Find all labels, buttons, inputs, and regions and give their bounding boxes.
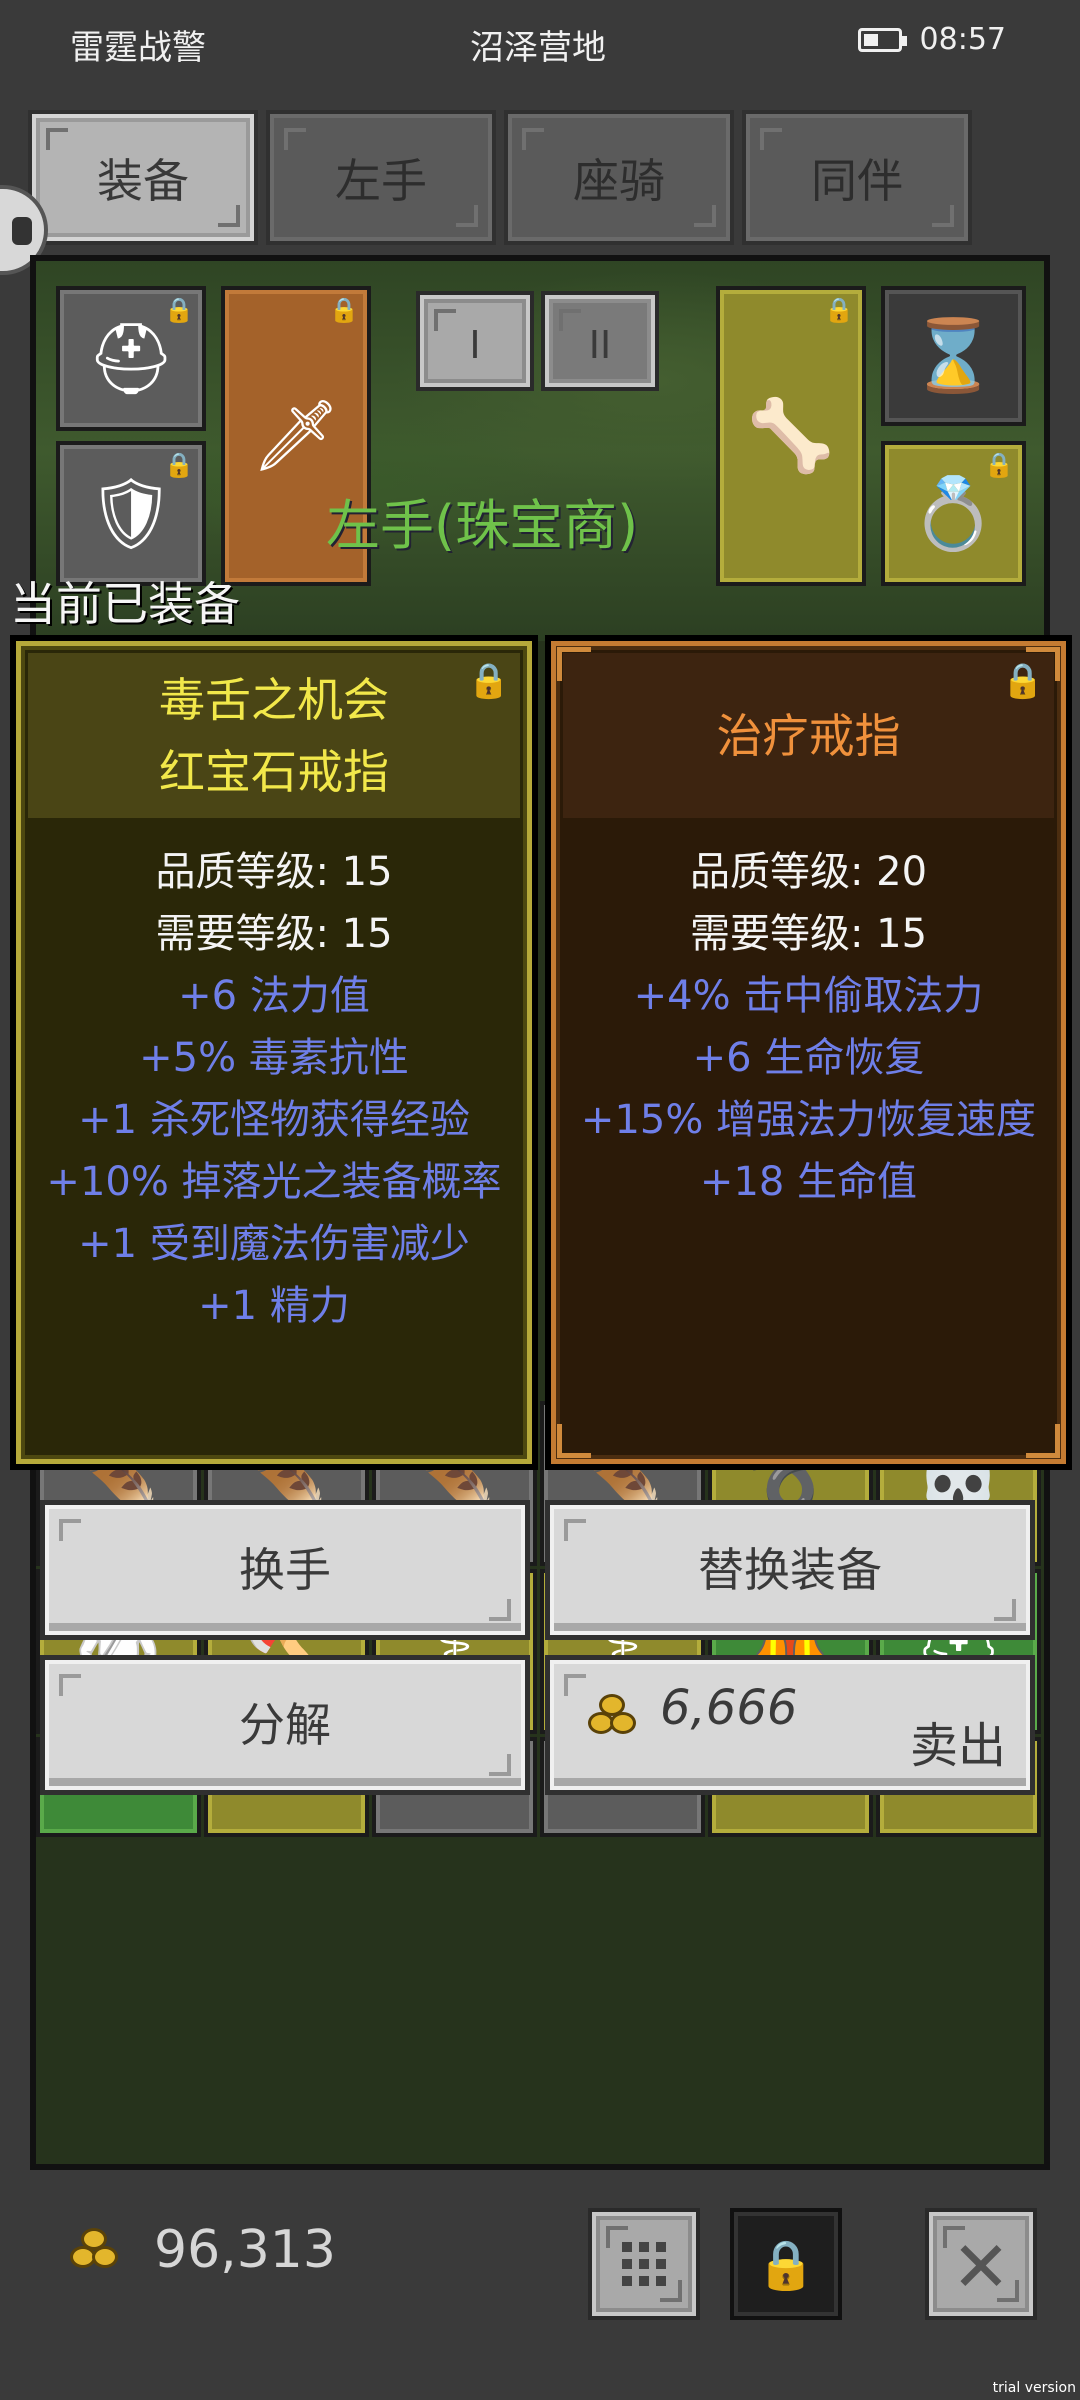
armor-slot[interactable]: 🔒 🛡 (56, 441, 206, 586)
item-mod: +6 生命恢复 (692, 1035, 925, 1081)
corner-ornament (557, 1424, 591, 1458)
item-mod: +18 生命值 (699, 1159, 918, 1205)
required-level: 需要等级: 15 (155, 911, 393, 957)
item-mod: +10% 掉落光之装备概率 (46, 1159, 502, 1205)
set-tab-1[interactable]: I (416, 291, 534, 391)
item-mod: +15% 增强法力恢复速度 (580, 1097, 1037, 1143)
quality-level: 品质等级: 15 (155, 849, 393, 895)
status-bar: 雷霆战警 沼泽营地 08:57 (0, 0, 1080, 90)
location-title: 沼泽营地 (470, 28, 606, 68)
item-mod: +1 杀死怪物获得经验 (78, 1097, 470, 1143)
equipped-label: 当前已装备 (10, 577, 240, 631)
tab-label: 装备 (97, 154, 189, 208)
status-right: 08:57 (857, 22, 1006, 57)
tab-equipment[interactable]: 装备 (28, 110, 258, 245)
tab-label: 同伴 (811, 154, 903, 208)
tab-label: 左手 (335, 154, 427, 208)
item-mod: +5% 毒素抗性 (139, 1035, 409, 1081)
armor-icon: 🛡 (86, 472, 176, 554)
card-stats: 品质等级: 20 需要等级: 15 +4% 击中偷取法力 +6 生命恢复 +15… (563, 841, 1054, 1213)
card-header: 毒舌之机会 红宝石戒指 (28, 653, 520, 818)
close-button[interactable]: ✕ (925, 2208, 1037, 2320)
lock-icon: 🔒 (329, 296, 359, 324)
item-mod: +4% 击中偷取法力 (633, 973, 984, 1019)
ring-icon: 💍 (909, 472, 998, 554)
tab-left-hand[interactable]: 左手 (266, 110, 496, 245)
helmet-slot[interactable]: 🔒 ⛑ (56, 286, 206, 431)
tab-mount[interactable]: 座骑 (504, 110, 734, 245)
sell-price: 6,666 (660, 1680, 798, 1736)
handle-icon (12, 217, 32, 245)
ring-slot[interactable]: 🔒 💍 (881, 441, 1026, 586)
item-name-line1: 毒舌之机会 (159, 672, 389, 727)
quality-level: 品质等级: 20 (689, 849, 928, 895)
item-name: 治疗戒指 (716, 708, 901, 763)
lock-toggle-button[interactable]: 🔒 (730, 2208, 842, 2320)
bone-armor-icon: 🦴 (747, 394, 835, 477)
battery-icon (857, 27, 907, 52)
clock: 08:57 (919, 22, 1006, 57)
tab-companion[interactable]: 同伴 (742, 110, 972, 245)
bottom-bar: 96,313 🔒 ✕ (0, 2180, 1080, 2400)
corner-ornament (1026, 1424, 1060, 1458)
set-tab-label: I (469, 323, 481, 367)
empty-slot-icon: ⌛ (909, 314, 998, 397)
card-header: 治疗戒指 (563, 653, 1054, 818)
watermark: trial version (992, 2380, 1076, 2396)
lock-icon: 🔒 (756, 2237, 816, 2293)
grid-icon (622, 2242, 666, 2286)
lock-icon: 🔒 (824, 296, 854, 324)
sell-label: 卖出 (909, 1718, 1006, 1774)
salvage-button[interactable]: 分解 (40, 1655, 530, 1795)
item-mod: +1 受到魔法伤害减少 (78, 1221, 470, 1267)
compare-item-card: 治疗戒指 🔒 品质等级: 20 需要等级: 15 +4% 击中偷取法力 +6 生… (545, 635, 1072, 1470)
amulet-slot[interactable]: ⌛ (881, 286, 1026, 426)
item-mod: +1 精力 (198, 1283, 350, 1329)
button-label: 替换装备 (698, 1543, 882, 1597)
set-tab-2[interactable]: II (541, 291, 659, 391)
set-tab-label: II (588, 323, 612, 367)
sell-button[interactable]: 6,666 卖出 (545, 1655, 1035, 1795)
replace-equipment-button[interactable]: 替换装备 (545, 1500, 1035, 1640)
gold-total: 96,313 (70, 2220, 336, 2280)
item-mod: +6 法力值 (178, 973, 370, 1019)
lock-icon[interactable]: 🔒 (468, 661, 510, 701)
gold-amount: 96,313 (154, 2220, 336, 2280)
current-item-card: 毒舌之机会 红宝石戒指 🔒 品质等级: 15 需要等级: 15 +6 法力值 +… (10, 635, 538, 1470)
required-level: 需要等级: 15 (689, 911, 928, 957)
offhand-slot[interactable]: 🔒 🦴 (716, 286, 866, 586)
sword-icon: 🗡 (251, 394, 341, 477)
button-label: 换手 (239, 1543, 331, 1597)
close-icon: ✕ (951, 2226, 1011, 2308)
button-label: 分解 (239, 1698, 331, 1752)
lock-icon[interactable]: 🔒 (1002, 661, 1044, 701)
helmet-icon: ⛑ (86, 317, 176, 399)
card-stats: 品质等级: 15 需要等级: 15 +6 法力值 +5% 毒素抗性 +1 杀死怪… (28, 841, 520, 1337)
coins-icon (70, 2228, 130, 2272)
coins-icon (588, 1694, 648, 1738)
scene-title: 左手(珠宝商) (326, 494, 639, 557)
tab-label: 座骑 (573, 154, 665, 208)
status-left-text: 雷霆战警 (70, 28, 206, 68)
swap-hand-button[interactable]: 换手 (40, 1500, 530, 1640)
item-name-line2: 红宝石戒指 (159, 744, 389, 799)
grid-view-button[interactable] (588, 2208, 700, 2320)
